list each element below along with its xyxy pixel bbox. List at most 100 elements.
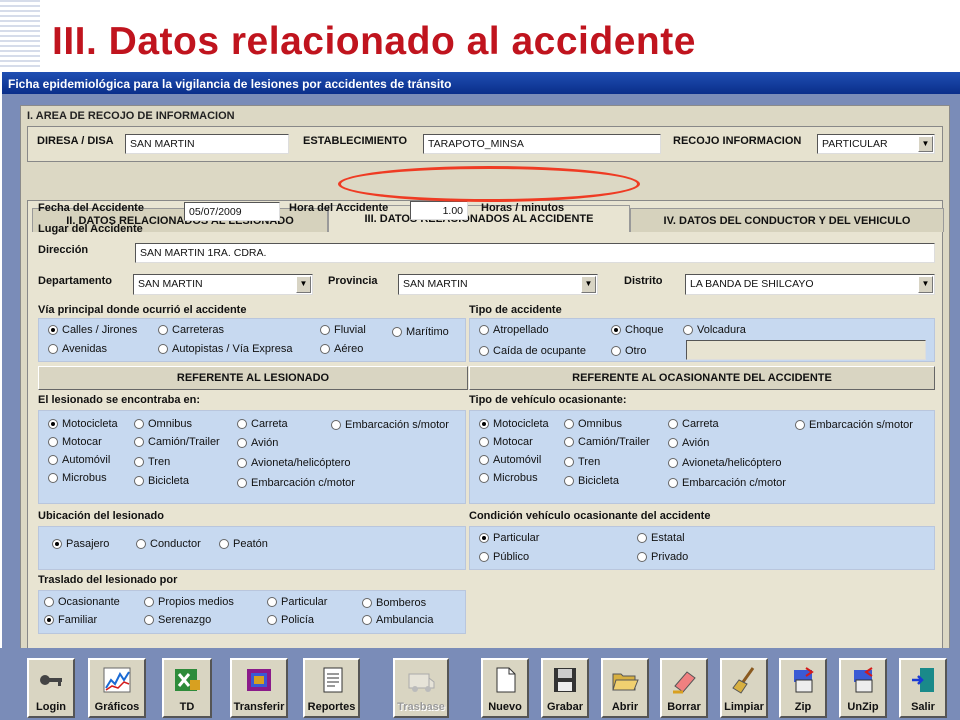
radio-dot: [48, 419, 58, 429]
oc-radio-avion[interactable]: Avión: [668, 437, 709, 449]
les-radio-embarcacion-c[interactable]: Embarcación c/motor: [237, 477, 355, 489]
via-radio-avenidas[interactable]: Avenidas: [48, 343, 107, 355]
tras-radio-ocasionante[interactable]: Ocasionante: [44, 596, 120, 608]
oc-radio-motocicleta[interactable]: Motocicleta: [479, 418, 549, 430]
tipo-radio-atropellado[interactable]: Atropellado: [479, 324, 549, 336]
tras-radio-particular[interactable]: Particular: [267, 596, 327, 608]
les-radio-bicicleta[interactable]: Bicicleta: [134, 475, 189, 487]
floppy-disk-icon: [554, 668, 576, 692]
les-radio-tren[interactable]: Tren: [134, 456, 170, 468]
nuevo-button[interactable]: Nuevo: [481, 658, 529, 718]
tab-conductor[interactable]: IV. DATOS DEL CONDUCTOR Y DEL VEHICULO: [630, 208, 944, 232]
radio-dot: [479, 346, 489, 356]
les-radio-motocicleta[interactable]: Motocicleta: [48, 418, 118, 430]
les-radio-camion[interactable]: Camión/Trailer: [134, 436, 220, 448]
les-radio-carreta[interactable]: Carreta: [237, 418, 288, 430]
ubic-radio-conductor[interactable]: Conductor: [136, 538, 201, 550]
les-radio-motocar[interactable]: Motocar: [48, 436, 102, 448]
radio-dot: [158, 325, 168, 335]
hora-label: Hora del Accidente: [289, 202, 389, 214]
oc-radio-omnibus[interactable]: Omnibus: [564, 418, 622, 430]
transferir-button[interactable]: Transferir: [230, 658, 288, 718]
report-icon: [323, 667, 342, 693]
tipo-radio-caida[interactable]: Caída de ocupante: [479, 345, 586, 357]
chevron-down-icon[interactable]: ▼: [918, 276, 933, 293]
spreadsheet-icon: [175, 669, 200, 691]
cond-radio-estatal[interactable]: Estatal: [637, 532, 685, 544]
tras-radio-ambulancia[interactable]: Ambulancia: [362, 614, 433, 626]
les-radio-omnibus[interactable]: Omnibus: [134, 418, 192, 430]
distrito-select[interactable]: LA BANDA DE SHILCAYO ▼: [685, 274, 935, 295]
provincia-select[interactable]: SAN MARTIN ▼: [398, 274, 598, 295]
radio-dot: [136, 539, 146, 549]
trasbase-button[interactable]: Trasbase: [393, 658, 449, 718]
ubic-radio-pasajero[interactable]: Pasajero: [52, 538, 109, 550]
cond-radio-privado[interactable]: Privado: [637, 551, 688, 563]
via-radio-carreteras[interactable]: Carreteras: [158, 324, 224, 336]
direccion-input[interactable]: SAN MARTIN 1RA. CDRA.: [135, 243, 935, 263]
via-radio-autopistas[interactable]: Autopistas / Vía Expresa: [158, 343, 292, 355]
oc-radio-embarcacion-c[interactable]: Embarcación c/motor: [668, 477, 786, 489]
otro-input[interactable]: [686, 340, 926, 360]
departamento-select[interactable]: SAN MARTIN ▼: [133, 274, 313, 295]
les-radio-automovil[interactable]: Automóvil: [48, 454, 110, 466]
chevron-down-icon[interactable]: ▼: [918, 136, 933, 152]
oc-radio-embarcacion-s[interactable]: Embarcación s/motor: [795, 419, 913, 431]
tipo-radio-choque[interactable]: Choque: [611, 324, 664, 336]
radio-dot: [564, 437, 574, 447]
condicion-title: Condición vehículo ocasionante del accid…: [469, 510, 711, 522]
radio-dot: [237, 458, 247, 468]
grabar-button[interactable]: Grabar: [541, 658, 589, 718]
abrir-button[interactable]: Abrir: [601, 658, 649, 718]
oc-radio-camion[interactable]: Camión/Trailer: [564, 436, 650, 448]
oc-radio-motocar[interactable]: Motocar: [479, 436, 533, 448]
radio-dot: [479, 437, 489, 447]
tras-radio-propios[interactable]: Propios medios: [144, 596, 234, 608]
via-radio-maritimo[interactable]: Marítimo: [392, 326, 449, 338]
ubic-radio-peaton[interactable]: Peatón: [219, 538, 268, 550]
recojo-select[interactable]: PARTICULAR ▼: [817, 134, 935, 154]
radio-dot: [320, 325, 330, 335]
unzip-button[interactable]: UnZip: [839, 658, 887, 718]
oc-radio-automovil[interactable]: Automóvil: [479, 454, 541, 466]
td-button[interactable]: TD: [162, 658, 212, 718]
tipo-radio-otro[interactable]: Otro: [611, 345, 646, 357]
radio-dot: [479, 473, 489, 483]
les-radio-microbus[interactable]: Microbus: [48, 472, 107, 484]
radio-dot: [134, 419, 144, 429]
login-button[interactable]: Login: [27, 658, 75, 718]
cond-radio-particular[interactable]: Particular: [479, 532, 539, 544]
zip-button[interactable]: Zip: [779, 658, 827, 718]
via-radio-calles[interactable]: Calles / Jirones: [48, 324, 137, 336]
salir-button[interactable]: Salir: [899, 658, 947, 718]
tipo-radio-volcadura[interactable]: Volcadura: [683, 324, 746, 336]
exit-door-icon: [912, 668, 934, 692]
via-radio-aereo[interactable]: Aéreo: [320, 343, 363, 355]
tras-radio-serenazgo[interactable]: Serenazgo: [144, 614, 211, 626]
via-radio-fluvial[interactable]: Fluvial: [320, 324, 366, 336]
oc-radio-avioneta[interactable]: Avioneta/helicóptero: [668, 457, 781, 469]
les-radio-embarcacion-s[interactable]: Embarcación s/motor: [331, 419, 449, 431]
oc-radio-tren[interactable]: Tren: [564, 456, 600, 468]
radio-dot: [479, 325, 489, 335]
tras-radio-bomberos[interactable]: Bomberos: [362, 597, 426, 609]
cond-radio-publico[interactable]: Público: [479, 551, 529, 563]
oc-radio-bicicleta[interactable]: Bicicleta: [564, 475, 619, 487]
borrar-button[interactable]: Borrar: [660, 658, 708, 718]
limpiar-button[interactable]: Limpiar: [720, 658, 768, 718]
radio-dot: [668, 419, 678, 429]
les-radio-avioneta[interactable]: Avioneta/helicóptero: [237, 457, 350, 469]
tras-radio-familiar[interactable]: Familiar: [44, 614, 97, 626]
establecimiento-input[interactable]: TARAPOTO_MINSA: [423, 134, 661, 154]
chevron-down-icon[interactable]: ▼: [296, 276, 311, 293]
diresa-input[interactable]: SAN MARTIN: [125, 134, 289, 154]
chevron-down-icon[interactable]: ▼: [581, 276, 596, 293]
oc-radio-carreta[interactable]: Carreta: [668, 418, 719, 430]
fecha-input[interactable]: 05/07/2009: [184, 202, 280, 221]
les-radio-avion[interactable]: Avión: [237, 437, 278, 449]
graficos-button[interactable]: Gráficos: [88, 658, 146, 718]
hora-input[interactable]: 1.00: [410, 201, 468, 220]
oc-radio-microbus[interactable]: Microbus: [479, 472, 538, 484]
tras-radio-policia[interactable]: Policía: [267, 614, 314, 626]
reportes-button[interactable]: Reportes: [303, 658, 360, 718]
